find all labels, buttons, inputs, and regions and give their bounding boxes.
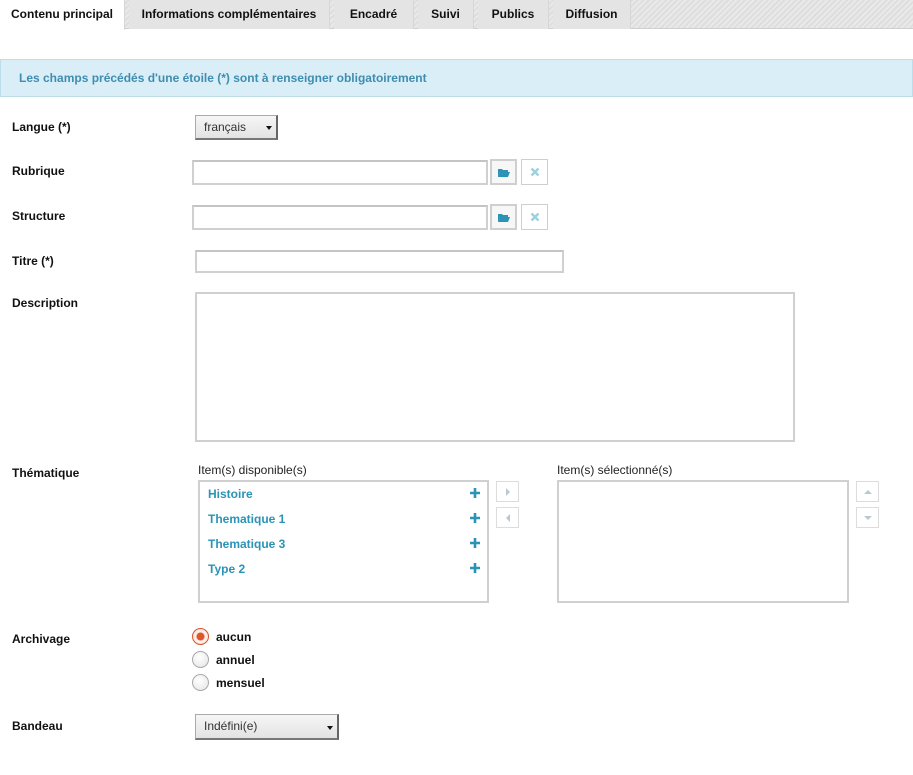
list-item-label: Type 2 — [208, 562, 246, 576]
selected-items-header: Item(s) sélectionné(s) — [557, 463, 673, 477]
list-item[interactable]: Histoire — [208, 487, 480, 507]
chevron-right-icon — [505, 487, 510, 496]
tab-contenu-principal[interactable]: Contenu principal — [0, 0, 125, 30]
selected-items-list[interactable] — [557, 480, 849, 603]
list-item-label: Thematique 3 — [208, 537, 286, 551]
radio-label: aucun — [216, 630, 252, 644]
bandeau-label: Bandeau — [12, 719, 63, 733]
folder-open-icon — [497, 168, 510, 177]
close-icon — [530, 167, 539, 177]
required-fields-notice: Les champs précédés d'une étoile (*) son… — [0, 59, 913, 97]
rubrique-browse-button[interactable] — [490, 159, 517, 185]
rubrique-label: Rubrique — [12, 164, 65, 178]
radio-button[interactable] — [192, 651, 209, 668]
available-items-header: Item(s) disponible(s) — [198, 463, 307, 477]
radio-button[interactable] — [192, 628, 209, 645]
chevron-down-icon — [327, 726, 333, 730]
list-item-label: Histoire — [208, 487, 253, 501]
close-icon — [530, 212, 539, 222]
list-item-label: Thematique 1 — [208, 512, 286, 526]
tab-diffusion[interactable]: Diffusion — [553, 0, 631, 29]
chevron-left-icon — [505, 513, 510, 522]
tab-bar: Contenu principal Informations complémen… — [0, 0, 913, 30]
move-right-button[interactable] — [496, 481, 519, 502]
plus-icon[interactable] — [470, 513, 480, 523]
structure-input[interactable] — [192, 205, 488, 230]
bandeau-select[interactable]: Indéfini(e) — [195, 714, 339, 740]
list-item[interactable]: Thematique 1 — [208, 512, 480, 532]
structure-label: Structure — [12, 209, 66, 223]
structure-browse-button[interactable] — [490, 204, 517, 230]
list-item[interactable]: Thematique 3 — [208, 537, 480, 557]
bandeau-select-value: Indéfini(e) — [204, 719, 258, 733]
available-items-list[interactable]: Histoire Thematique 1 Thematique 3 Type … — [198, 480, 489, 603]
radio-label: mensuel — [216, 676, 265, 690]
rubrique-clear-button[interactable] — [521, 159, 548, 185]
tab-suivi[interactable]: Suivi — [418, 0, 474, 29]
description-textarea[interactable] — [195, 292, 795, 442]
langue-select-value: français — [204, 120, 247, 134]
chevron-up-icon — [863, 489, 872, 494]
titre-input[interactable] — [195, 250, 564, 273]
tab-publics[interactable]: Publics — [478, 0, 549, 29]
langue-label: Langue (*) — [12, 120, 71, 134]
move-down-button[interactable] — [856, 507, 879, 528]
chevron-down-icon — [266, 126, 272, 130]
plus-icon[interactable] — [470, 563, 480, 573]
archivage-label: Archivage — [12, 632, 71, 646]
description-label: Description — [12, 296, 79, 310]
plus-icon[interactable] — [470, 488, 480, 498]
titre-label: Titre (*) — [12, 254, 54, 268]
move-up-button[interactable] — [856, 481, 879, 502]
tab-encadre[interactable]: Encadré — [334, 0, 414, 29]
tab-informations-complementaires[interactable]: Informations complémentaires — [129, 0, 330, 29]
move-left-button[interactable] — [496, 507, 519, 528]
plus-icon[interactable] — [470, 538, 480, 548]
thematique-label: Thématique — [12, 466, 80, 480]
structure-clear-button[interactable] — [521, 204, 548, 230]
chevron-down-icon — [863, 515, 872, 520]
rubrique-input[interactable] — [192, 160, 488, 185]
langue-select[interactable]: français — [195, 115, 278, 140]
folder-open-icon — [497, 213, 510, 222]
radio-button[interactable] — [192, 674, 209, 691]
radio-label: annuel — [216, 653, 255, 667]
list-item[interactable]: Type 2 — [208, 562, 480, 582]
